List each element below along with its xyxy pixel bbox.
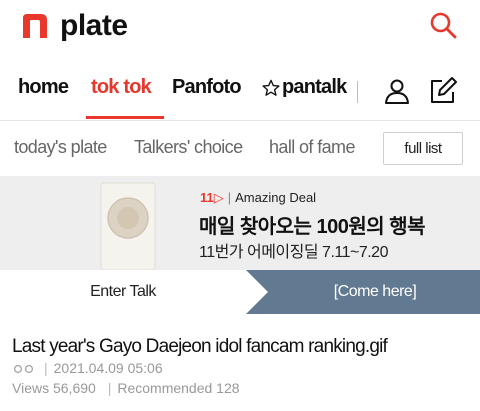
nav-item-toktok[interactable]: tok tok bbox=[91, 76, 152, 99]
banner-subline: 11번가 어메이징딜 7.11~7.20 bbox=[199, 244, 388, 261]
recommended-count: 128 bbox=[216, 380, 240, 396]
author-dots-icon bbox=[13, 365, 34, 374]
subtab-todays-plate[interactable]: today's plate bbox=[14, 137, 107, 158]
logo-n-icon[interactable] bbox=[20, 10, 50, 40]
post-date: 2021.04.09 05:06 bbox=[53, 360, 163, 376]
banner-headline: 매일 찾아오는 100원의 행복 bbox=[199, 216, 426, 238]
banner-brand: 11▷ | Amazing Deal bbox=[200, 190, 317, 205]
search-icon[interactable] bbox=[428, 10, 458, 40]
subtab-talkers-choice[interactable]: Talkers' choice bbox=[134, 137, 243, 158]
user-icon[interactable] bbox=[384, 78, 410, 104]
ad-banner[interactable]: 11▷ | Amazing Deal 매일 찾아오는 100원의 행복 11번가 어… bbox=[0, 176, 480, 270]
nav-item-panfoto[interactable]: Panfoto bbox=[172, 76, 242, 99]
nav-item-pantalk[interactable]: pantalk bbox=[262, 76, 347, 99]
nav-item-home[interactable]: home bbox=[18, 76, 69, 99]
app-header: plate bbox=[0, 0, 480, 52]
full-list-button[interactable]: full list bbox=[383, 132, 463, 165]
subtab-hall-of-fame[interactable]: hall of fame bbox=[269, 137, 355, 158]
post-meta: | 2021.04.09 05:06 bbox=[12, 360, 163, 376]
post-title[interactable]: Last year's Gayo Daejeon idol fancam ran… bbox=[12, 336, 388, 358]
come-here-label[interactable]: [Come here] bbox=[300, 270, 450, 314]
nav-item-pantalk-label: pantalk bbox=[282, 76, 347, 98]
star-outline-icon bbox=[262, 79, 280, 96]
brand-arrow-icon: ▷ bbox=[213, 190, 224, 205]
views-label: Views bbox=[12, 380, 50, 396]
product-image bbox=[100, 182, 156, 270]
views-count: 56,690 bbox=[52, 380, 96, 396]
recommended-label: Recommended bbox=[117, 380, 213, 396]
active-tab-indicator bbox=[86, 116, 164, 119]
post-item[interactable]: Last year's Gayo Daejeon idol fancam ran… bbox=[0, 324, 480, 411]
logo-text[interactable]: plate bbox=[60, 9, 128, 43]
banner-brand-name: Amazing Deal bbox=[235, 190, 317, 205]
brand-11st-logo: 11 bbox=[200, 190, 214, 205]
enter-talk-button[interactable]: Enter Talk bbox=[0, 270, 246, 314]
post-stats: Views 56,690 | Recommended 128 bbox=[12, 380, 240, 396]
nav-divider bbox=[357, 81, 358, 103]
write-icon[interactable] bbox=[428, 76, 458, 106]
